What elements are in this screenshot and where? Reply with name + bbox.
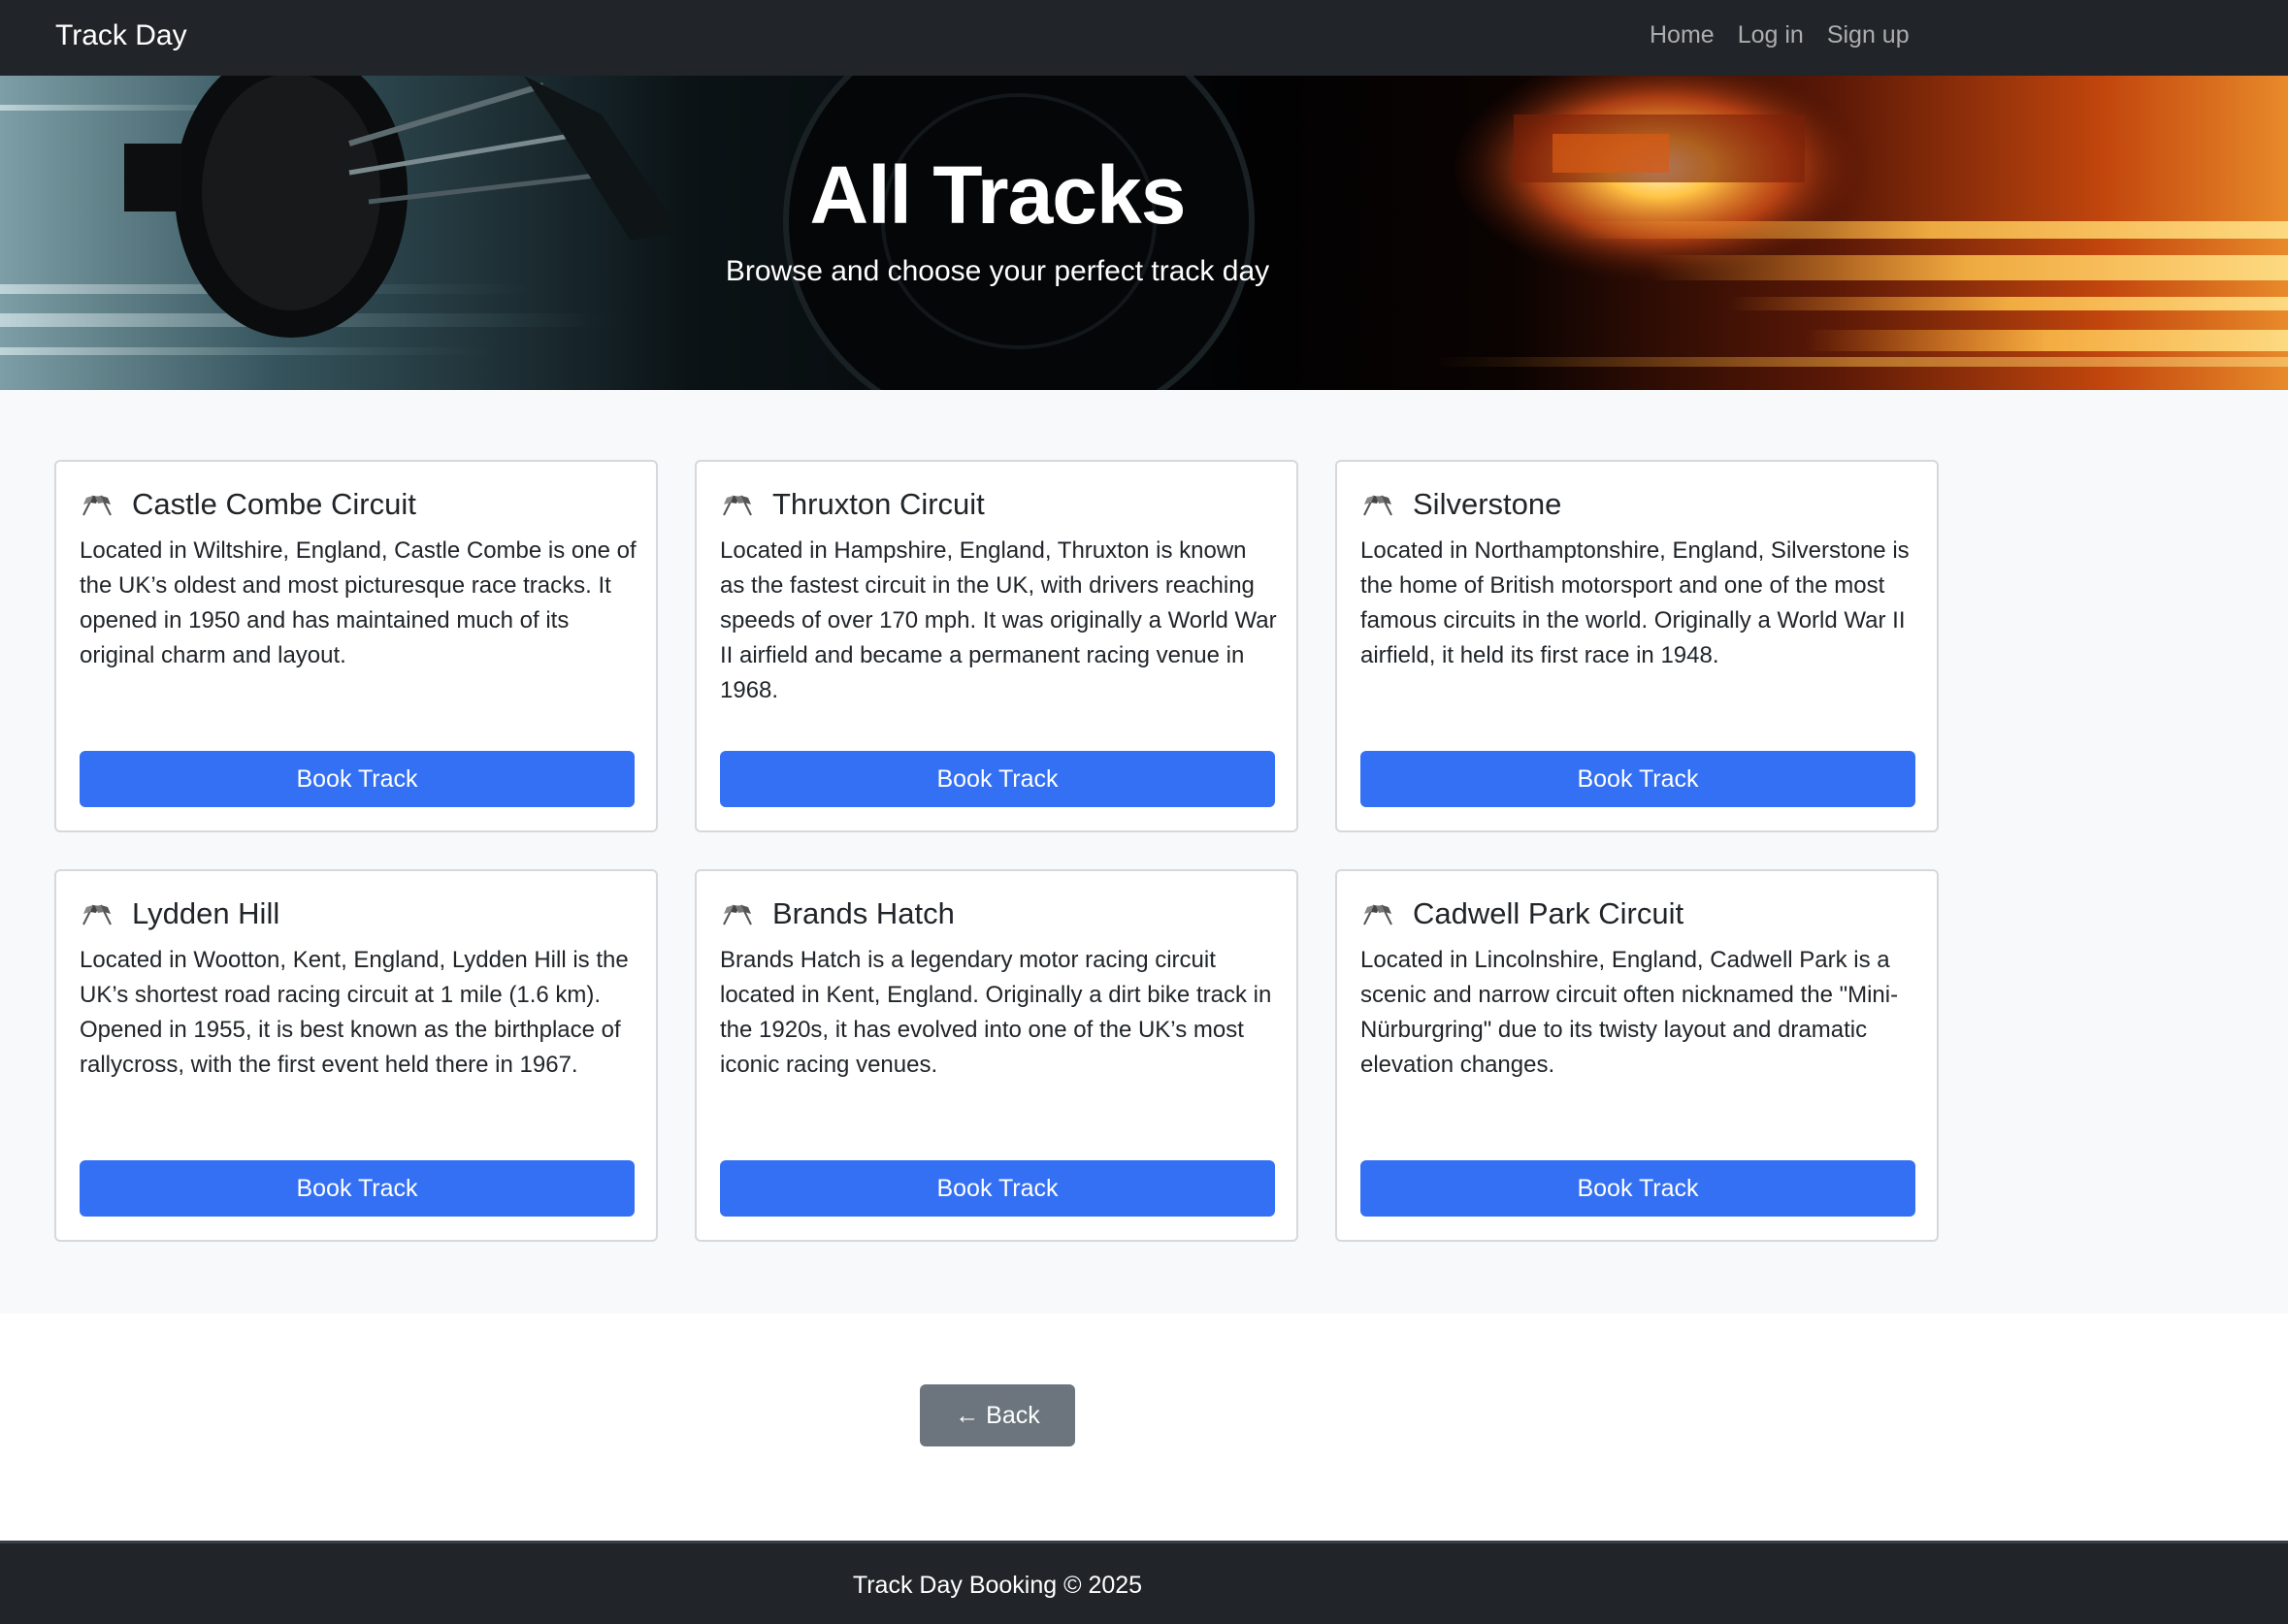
track-card: Thruxton Circuit Located in Hampshire, E… xyxy=(695,460,1298,832)
footer: Track Day Booking © 2025 xyxy=(0,1541,2288,1624)
tracks-grid: Castle Combe Circuit Located in Wiltshir… xyxy=(0,390,2288,1314)
brand-link[interactable]: Track Day xyxy=(55,18,187,53)
nav-links: Home Log in Sign up xyxy=(1650,19,1910,50)
book-track-button[interactable]: Book Track xyxy=(720,751,1275,807)
track-title: Lydden Hill xyxy=(132,896,280,930)
footer-copyright: Track Day Booking © 2025 xyxy=(852,1572,1143,1599)
track-card-header: Cadwell Park Circuit xyxy=(1360,894,1683,933)
checkered-flag-icon xyxy=(723,495,752,516)
book-track-button[interactable]: Book Track xyxy=(1360,751,1915,807)
nav-link-home[interactable]: Home xyxy=(1650,19,1715,50)
track-description: Brands Hatch is a legendary motor racing… xyxy=(720,947,1272,1078)
track-description: Located in Wootton, Kent, England, Lydde… xyxy=(80,947,629,1078)
track-title: Thruxton Circuit xyxy=(772,487,985,521)
checkered-flag-icon xyxy=(82,904,112,926)
back-button[interactable]: ← Back xyxy=(920,1384,1075,1446)
navbar: Track Day Home Log in Sign up xyxy=(0,0,2288,76)
track-title: Brands Hatch xyxy=(772,896,955,930)
track-card-header: Lydden Hill xyxy=(80,894,279,933)
track-description: Located in Hampshire, England, Thruxton … xyxy=(720,537,1277,703)
track-card: Cadwell Park Circuit Located in Lincolns… xyxy=(1335,869,1939,1242)
track-card-header: Castle Combe Circuit xyxy=(80,485,416,524)
track-description: Located in Lincolnshire, England, Cadwel… xyxy=(1360,947,1899,1078)
nav-link-login[interactable]: Log in xyxy=(1738,19,1804,50)
track-description: Located in Wiltshire, England, Castle Co… xyxy=(80,537,637,668)
checkered-flag-icon xyxy=(723,904,752,926)
track-title: Cadwell Park Circuit xyxy=(1413,896,1684,930)
track-card: Brands Hatch Brands Hatch is a legendary… xyxy=(695,869,1298,1242)
track-title: Castle Combe Circuit xyxy=(132,487,416,521)
track-card-header: Silverstone xyxy=(1360,485,1561,524)
checkered-flag-icon xyxy=(1363,495,1392,516)
checkered-flag-icon xyxy=(82,495,112,516)
track-card-header: Brands Hatch xyxy=(720,894,955,933)
page-subtitle: Browse and choose your perfect track day xyxy=(725,255,1270,287)
book-track-button[interactable]: Book Track xyxy=(1360,1160,1915,1217)
track-description: Located in Northamptonshire, England, Si… xyxy=(1360,537,1910,668)
track-card: Lydden Hill Located in Wootton, Kent, En… xyxy=(54,869,658,1242)
book-track-button[interactable]: Book Track xyxy=(720,1160,1275,1217)
hero-banner: All Tracks Browse and choose your perfec… xyxy=(0,76,2288,390)
checkered-flag-icon xyxy=(1363,904,1392,926)
nav-link-signup[interactable]: Sign up xyxy=(1827,19,1910,50)
book-track-button[interactable]: Book Track xyxy=(80,1160,635,1217)
page-title: All Tracks xyxy=(809,149,1187,241)
track-card: Silverstone Located in Northamptonshire,… xyxy=(1335,460,1939,832)
book-track-button[interactable]: Book Track xyxy=(80,751,635,807)
track-card: Castle Combe Circuit Located in Wiltshir… xyxy=(54,460,658,832)
track-card-header: Thruxton Circuit xyxy=(720,485,985,524)
track-title: Silverstone xyxy=(1413,487,1562,521)
